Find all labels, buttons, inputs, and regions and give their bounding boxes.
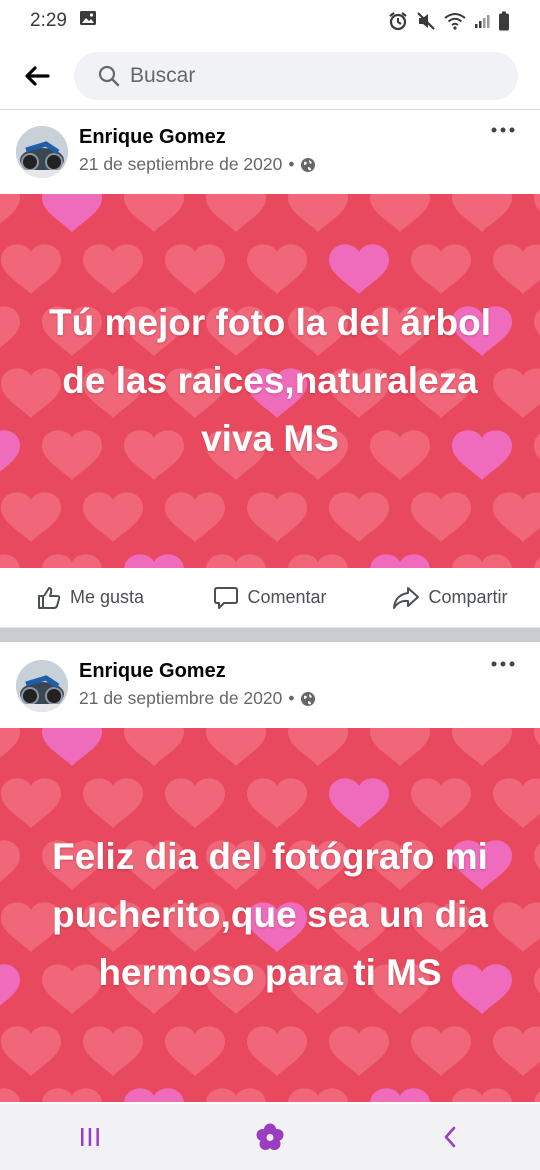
recent-apps-icon [81, 1128, 99, 1146]
post-date[interactable]: 21 de septiembre de 2020 [79, 154, 282, 175]
home-icon [256, 1123, 284, 1150]
heart-shape [534, 1091, 540, 1102]
image-icon [79, 10, 97, 32]
post-image[interactable]: Feliz dia del fotógrafo mi pucherito,que… [0, 728, 540, 1102]
globe-icon [301, 157, 316, 172]
heart-shape [534, 557, 540, 568]
mute-icon [416, 11, 436, 31]
alarm-icon [388, 11, 408, 31]
status-bar: 2:29 [0, 0, 540, 42]
heart-shape [534, 433, 540, 460]
heart-shape [534, 843, 540, 870]
share-button[interactable]: Compartir [360, 585, 540, 611]
recent-apps-button[interactable] [60, 1112, 120, 1162]
author-block: Enrique Gomez 21 de septiembre de 2020 • [79, 658, 316, 709]
like-label: Me gusta [69, 587, 145, 607]
heart-shape [534, 309, 540, 336]
more-options-button[interactable] [488, 652, 518, 676]
more-options-button[interactable] [488, 118, 518, 142]
search-icon [98, 65, 120, 86]
post-text: Tú mejor foto la del árbol de las raices… [49, 302, 491, 459]
battery-icon [498, 11, 510, 31]
comment-button[interactable]: Comentar [180, 585, 360, 611]
post-separator [0, 628, 540, 642]
comment-label: Comentar [247, 587, 327, 607]
back-nav-button[interactable] [420, 1112, 480, 1162]
post-meta: 21 de septiembre de 2020 • [79, 688, 316, 709]
post-meta: 21 de septiembre de 2020 • [79, 154, 316, 175]
post: Enrique Gomez 21 de septiembre de 2020 •… [0, 110, 540, 628]
thumbs-up-icon [37, 586, 61, 609]
globe-icon [301, 691, 316, 706]
back-button[interactable] [0, 42, 74, 110]
post-header: Enrique Gomez 21 de septiembre de 2020 • [0, 110, 540, 194]
post-date[interactable]: 21 de septiembre de 2020 [79, 688, 282, 709]
post-image[interactable]: Tú mejor foto la del árbol de las raices… [0, 194, 540, 568]
search-placeholder: Buscar [130, 63, 196, 87]
heart-shape [0, 840, 20, 882]
post-text: Feliz dia del fotógrafo mi pucherito,que… [52, 836, 488, 993]
home-button[interactable] [240, 1112, 300, 1162]
meta-separator: • [288, 154, 295, 174]
heart-shape [0, 194, 20, 224]
heart-shape [0, 306, 20, 348]
more-icon [491, 127, 515, 133]
navigation-bar [0, 1104, 540, 1170]
search-header: Buscar [0, 42, 540, 110]
heart-shape [534, 967, 540, 994]
heart-shape [0, 430, 20, 472]
heart-shape [534, 728, 540, 746]
post-actions: Me gusta Comentar Compartir [0, 568, 540, 628]
avatar[interactable] [16, 660, 68, 712]
share-label: Compartir [428, 587, 508, 607]
comment-icon [214, 586, 239, 609]
back-arrow-icon [25, 65, 50, 86]
back-icon [444, 1126, 456, 1148]
avatar[interactable] [16, 126, 68, 178]
signal-icon [474, 13, 490, 29]
heart-shape [534, 194, 540, 212]
author-name[interactable]: Enrique Gomez [79, 658, 316, 684]
heart-shape [0, 964, 20, 1006]
author-name[interactable]: Enrique Gomez [79, 124, 316, 150]
author-block: Enrique Gomez 21 de septiembre de 2020 • [79, 124, 316, 175]
like-button[interactable]: Me gusta [0, 585, 180, 611]
post-header: Enrique Gomez 21 de septiembre de 2020 • [0, 644, 540, 728]
heart-shape [0, 554, 20, 568]
status-icons [388, 11, 510, 31]
wifi-icon [444, 12, 466, 30]
meta-separator: • [288, 688, 295, 708]
status-time: 2:29 [30, 10, 67, 31]
more-icon [491, 661, 515, 667]
heart-shape [0, 728, 20, 758]
heart-shape [0, 1088, 20, 1102]
share-icon [393, 586, 420, 609]
search-input[interactable]: Buscar [74, 51, 518, 100]
post: Enrique Gomez 21 de septiembre de 2020 •… [0, 644, 540, 1102]
